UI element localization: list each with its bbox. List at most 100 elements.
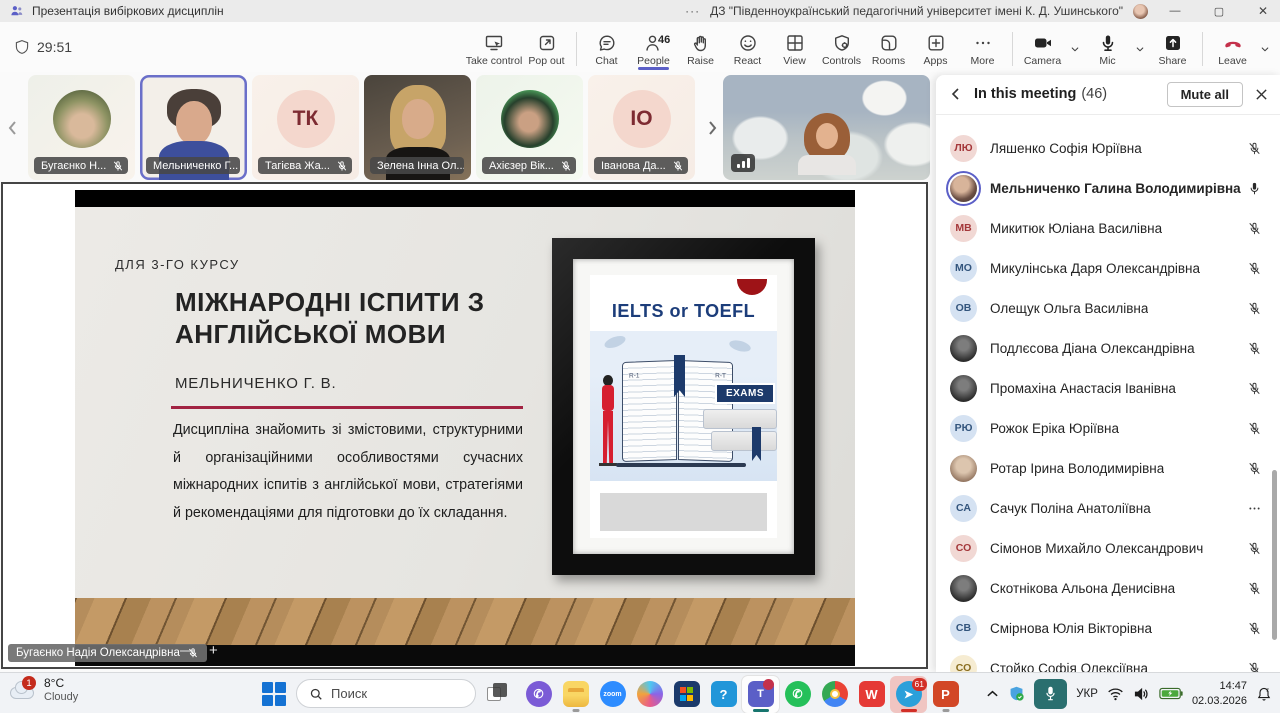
mic-off-icon[interactable] [1247, 261, 1262, 276]
teams-taskbar-icon[interactable]: T [742, 676, 779, 713]
toolbar-chat-button[interactable]: Chat [583, 28, 630, 67]
panel-scrollbar[interactable] [1272, 470, 1277, 640]
mic-options-chevron[interactable] [1131, 28, 1149, 56]
participant-row[interactable]: Скотнікова Альона Денисівна [936, 568, 1280, 608]
weather-widget[interactable]: 1 8°C Cloudy [8, 676, 78, 705]
language-indicator[interactable]: УКР [1076, 688, 1098, 700]
mic-on-icon[interactable] [1247, 181, 1262, 196]
participant-row[interactable]: РЮРожок Еріка Юріївна [936, 408, 1280, 448]
zoom-out-button[interactable]: — [180, 642, 195, 659]
active-app-indicator [901, 709, 917, 712]
speaker-icon[interactable] [1133, 687, 1150, 701]
participant-row[interactable]: СОСтойко Софія Олексіївна [936, 648, 1280, 672]
chrome-taskbar-icon[interactable] [816, 676, 853, 713]
participant-row[interactable]: МОМикулінська Даря Олександрівна [936, 248, 1280, 288]
mic-off-icon[interactable] [1247, 381, 1262, 396]
mic-icon [1098, 33, 1118, 53]
powerpoint-taskbar-icon[interactable]: P [927, 676, 964, 713]
account-org-title: ДЗ "Південноукраїнський педагогічний уні… [710, 4, 1123, 18]
mic-off-icon[interactable] [1247, 621, 1262, 636]
copilot-taskbar-icon[interactable] [631, 676, 668, 713]
row-more-icon[interactable] [1247, 501, 1262, 516]
participant-tile[interactable]: Ахієзер Вік... [476, 75, 583, 180]
windows-security-icon[interactable] [1008, 685, 1025, 702]
panel-close-icon[interactable] [1255, 88, 1268, 101]
toolbar-rooms-button[interactable]: Rooms [865, 28, 912, 67]
taskbar-clock[interactable]: 14:47 02.03.2026 [1192, 679, 1247, 708]
store-taskbar-icon[interactable] [668, 676, 705, 713]
toolbar-share-button[interactable]: Share [1149, 28, 1196, 67]
shared-screen-area[interactable]: ДЛЯ 3-ГО КУРСУ МІЖНАРОДНІ ІСПИТИ З АНГЛІ… [2, 183, 927, 668]
back-chevron-icon[interactable] [950, 87, 962, 101]
filmstrip-prev-button[interactable] [4, 115, 22, 141]
toolbar-people-button[interactable]: People46 [630, 28, 677, 67]
task-view-button[interactable] [487, 683, 509, 705]
mic-off-icon[interactable] [1247, 341, 1262, 356]
explorer-taskbar-icon[interactable] [557, 676, 594, 713]
mic-off-icon[interactable] [1247, 141, 1262, 156]
spotlight-video-tile[interactable] [723, 75, 930, 180]
mic-off-icon[interactable] [1247, 581, 1262, 596]
toolbar-camera-button[interactable]: Camera [1019, 28, 1066, 67]
participant-row[interactable]: ЛЮЛяшенко Софія Юріївна [936, 128, 1280, 168]
maximize-button[interactable]: ▢ [1202, 0, 1236, 22]
mic-off-icon[interactable] [1247, 421, 1262, 436]
toolbar-take-control-button[interactable]: Take control [465, 28, 523, 67]
titlebar-overflow-icon[interactable]: ··· [685, 4, 700, 18]
unread-count-badge: 61 [912, 678, 927, 691]
participant-tile[interactable]: ІОІванова Да... [588, 75, 695, 180]
mic-off-icon[interactable] [1247, 541, 1262, 556]
toolbar-raise-button[interactable]: Raise [677, 28, 724, 67]
participant-row[interactable]: Мельниченко Галина Володимирівна [936, 168, 1280, 208]
participant-tile[interactable]: ТКТагієва Жа... [252, 75, 359, 180]
leave-options-chevron[interactable] [1256, 28, 1274, 56]
participants-panel: In this meeting (46) Mute all ЛЮЛяшенко … [936, 75, 1280, 672]
tray-expand-chevron-icon[interactable] [986, 689, 999, 699]
toolbar-more-button[interactable]: More [959, 28, 1006, 67]
filmstrip-next-button[interactable] [703, 115, 721, 141]
participant-row[interactable]: МВМикитюк Юліана Василівна [936, 208, 1280, 248]
participant-row[interactable]: Подлєсова Діана Олександрівна [936, 328, 1280, 368]
camera-options-chevron[interactable] [1066, 28, 1084, 56]
participant-row[interactable]: СВСмірнова Юлія Вікторівна [936, 608, 1280, 648]
taskbar-search[interactable]: Поиск [296, 679, 476, 708]
toolbar-leave-button[interactable]: Leave [1209, 28, 1256, 67]
telegram-taskbar-icon[interactable]: ➤61 [890, 676, 927, 713]
mic-off-icon[interactable] [1247, 461, 1262, 476]
toolbar-react-button[interactable]: React [724, 28, 771, 67]
close-button[interactable]: ✕ [1246, 0, 1280, 22]
participant-row[interactable]: Промахіна Анастасія Іванівна [936, 368, 1280, 408]
zoom-in-button[interactable]: + [209, 642, 218, 659]
participant-row[interactable]: ОВОлещук Ольга Василівна [936, 288, 1280, 328]
toolbar-pop-out-button[interactable]: Pop out [523, 28, 570, 67]
zoom-taskbar-icon[interactable]: zoom [594, 676, 631, 713]
participant-row[interactable]: САСачук Поліна Анатоліївна [936, 488, 1280, 528]
exams-book-label: EXAMS [715, 383, 775, 404]
toolbar-view-button[interactable]: View [771, 28, 818, 67]
mute-all-button[interactable]: Mute all [1167, 82, 1243, 107]
minimize-button[interactable]: — [1158, 0, 1192, 22]
notification-bell-icon[interactable]: z [1256, 686, 1272, 702]
participant-tile[interactable]: Бугаєнко Н... [28, 75, 135, 180]
taskbar-apps: ✆zoom?T✆W➤61P [520, 673, 964, 713]
wood-floor-image [75, 598, 855, 645]
participant-tile[interactable]: Зелена Інна Ол... [364, 75, 471, 180]
participant-row[interactable]: Ротар Ірина Володимирівна [936, 448, 1280, 488]
user-avatar[interactable] [1133, 4, 1148, 19]
toolbar-apps-button[interactable]: Apps [912, 28, 959, 67]
tips-taskbar-icon[interactable]: ? [705, 676, 742, 713]
wps-taskbar-icon[interactable]: W [853, 676, 890, 713]
start-button[interactable] [262, 682, 286, 706]
toolbar-controls-button[interactable]: Controls [818, 28, 865, 67]
viber-taskbar-icon[interactable]: ✆ [520, 676, 557, 713]
active-mic-indicator[interactable] [1034, 679, 1067, 709]
mic-off-icon[interactable] [1247, 221, 1262, 236]
toolbar-mic-button[interactable]: Mic [1084, 28, 1131, 67]
mic-off-icon[interactable] [1247, 301, 1262, 316]
whatsapp-taskbar-icon[interactable]: ✆ [779, 676, 816, 713]
mic-off-icon[interactable] [1247, 661, 1262, 673]
participant-row[interactable]: СОСімонов Михайло Олександрович [936, 528, 1280, 568]
battery-icon[interactable] [1159, 687, 1183, 700]
wifi-icon[interactable] [1107, 687, 1124, 701]
participant-tile[interactable]: Мельниченко Г... [140, 75, 247, 180]
